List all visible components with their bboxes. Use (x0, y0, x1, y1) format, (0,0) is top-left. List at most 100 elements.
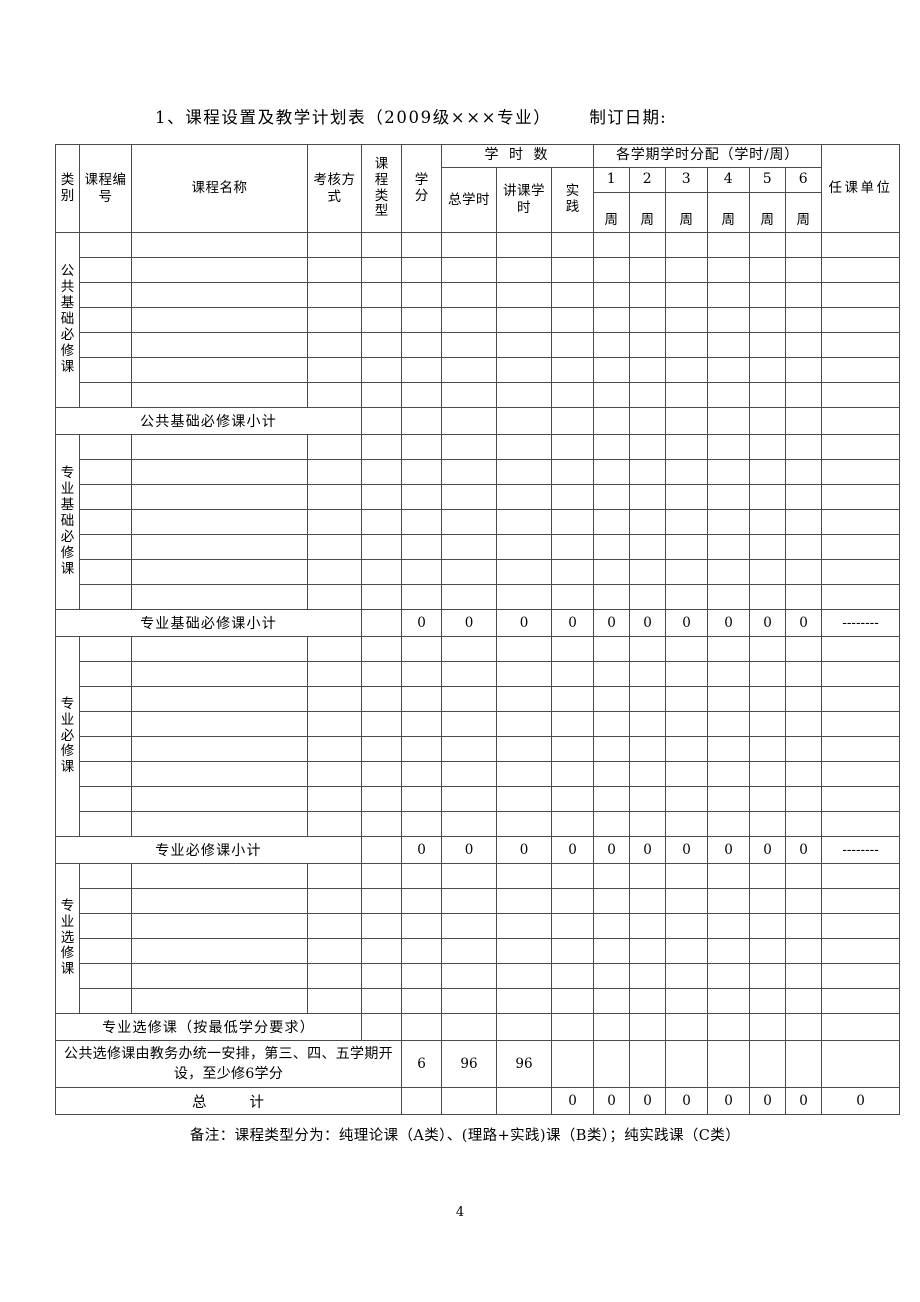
empty-cell[interactable] (665, 711, 709, 737)
empty-cell[interactable] (707, 913, 751, 939)
empty-cell[interactable] (307, 863, 362, 889)
empty-cell[interactable] (707, 307, 751, 333)
empty-cell[interactable] (79, 559, 132, 585)
grand-total-semester-1[interactable]: 0 (593, 1087, 631, 1115)
empty-cell[interactable] (496, 257, 552, 283)
empty-cell[interactable] (749, 736, 787, 762)
empty-cell[interactable] (629, 863, 667, 889)
subtotal-semester-6[interactable]: 0 (785, 836, 823, 864)
empty-cell[interactable] (821, 382, 901, 408)
empty-cell[interactable] (401, 913, 442, 939)
empty-cell[interactable] (593, 863, 631, 889)
empty-cell[interactable] (441, 584, 497, 610)
empty-cell[interactable] (496, 811, 552, 837)
empty-cell[interactable] (665, 863, 709, 889)
empty-cell[interactable] (401, 938, 442, 964)
empty-cell[interactable] (401, 761, 442, 787)
empty-cell[interactable] (593, 736, 631, 762)
empty-cell[interactable] (307, 661, 362, 687)
empty-cell[interactable] (665, 382, 709, 408)
empty-cell[interactable] (79, 357, 132, 383)
empty-cell[interactable] (665, 736, 709, 762)
empty-cell[interactable] (785, 636, 823, 662)
empty-cell[interactable] (401, 509, 442, 535)
empty-cell[interactable] (629, 282, 667, 308)
empty-cell[interactable] (749, 434, 787, 460)
empty-cell[interactable] (496, 332, 552, 358)
empty-cell[interactable] (749, 988, 787, 1014)
subtotal-teaching-unit[interactable] (821, 1013, 901, 1041)
subtotal-semester-1[interactable]: 0 (593, 609, 631, 637)
empty-cell[interactable] (629, 938, 667, 964)
empty-cell[interactable] (707, 863, 751, 889)
empty-cell[interactable] (707, 357, 751, 383)
subtotal-semester-6[interactable] (785, 407, 823, 435)
subtotal-semester-2[interactable]: 0 (629, 609, 667, 637)
empty-cell[interactable] (629, 534, 667, 560)
table-row[interactable] (56, 913, 901, 939)
empty-cell[interactable] (707, 584, 751, 610)
empty-cell[interactable] (785, 938, 823, 964)
subtotal-teaching-unit[interactable]: -------- (821, 609, 901, 637)
empty-cell[interactable] (821, 786, 901, 812)
grand-total-semester-3[interactable]: 0 (665, 1087, 709, 1115)
empty-cell[interactable] (550, 913, 595, 939)
empty-cell[interactable] (79, 307, 132, 333)
table-row[interactable] (56, 988, 901, 1014)
empty-cell[interactable] (441, 913, 497, 939)
empty-cell[interactable] (361, 559, 402, 585)
empty-cell[interactable] (307, 686, 362, 712)
empty-cell[interactable] (707, 484, 751, 510)
empty-cell[interactable] (629, 736, 667, 762)
empty-cell[interactable] (665, 357, 709, 383)
empty-cell[interactable] (707, 686, 751, 712)
subtotal-semester-4[interactable]: 0 (707, 609, 751, 637)
empty-cell[interactable] (785, 459, 823, 485)
empty-cell[interactable] (749, 459, 787, 485)
empty-cell[interactable] (707, 232, 751, 258)
empty-cell[interactable] (821, 509, 901, 535)
subtotal-course-type[interactable] (361, 836, 402, 864)
empty-cell[interactable] (550, 232, 595, 258)
subtotal-semester-5[interactable] (749, 407, 787, 435)
empty-cell[interactable] (629, 686, 667, 712)
empty-cell[interactable] (441, 559, 497, 585)
empty-cell[interactable] (361, 357, 402, 383)
empty-cell[interactable] (401, 484, 442, 510)
subtotal-total-hours[interactable]: 0 (441, 836, 497, 864)
empty-cell[interactable] (629, 459, 667, 485)
subtotal-teaching-unit[interactable]: -------- (821, 836, 901, 864)
subtotal-lecture-hours[interactable]: 0 (496, 609, 552, 637)
empty-cell[interactable] (665, 282, 709, 308)
empty-cell[interactable] (496, 661, 552, 687)
empty-cell[interactable] (361, 686, 402, 712)
subtotal-semester-3[interactable] (665, 1013, 709, 1041)
empty-cell[interactable] (593, 257, 631, 283)
empty-cell[interactable] (821, 863, 901, 889)
empty-cell[interactable] (821, 584, 901, 610)
empty-cell[interactable] (593, 661, 631, 687)
empty-cell[interactable] (593, 988, 631, 1014)
empty-cell[interactable] (361, 711, 402, 737)
empty-cell[interactable] (749, 509, 787, 535)
empty-cell[interactable] (307, 357, 362, 383)
empty-cell[interactable] (785, 661, 823, 687)
subtotal-semester-1[interactable]: 0 (593, 836, 631, 864)
empty-cell[interactable] (79, 736, 132, 762)
empty-cell[interactable] (307, 509, 362, 535)
empty-cell[interactable] (629, 434, 667, 460)
empty-cell[interactable] (441, 863, 497, 889)
empty-cell[interactable] (401, 736, 442, 762)
public-elective-teaching-unit[interactable] (821, 1040, 901, 1088)
empty-cell[interactable] (665, 232, 709, 258)
empty-cell[interactable] (785, 559, 823, 585)
empty-cell[interactable] (361, 282, 402, 308)
empty-cell[interactable] (629, 382, 667, 408)
empty-cell[interactable] (550, 888, 595, 914)
empty-cell[interactable] (665, 484, 709, 510)
table-row[interactable] (56, 484, 901, 510)
empty-cell[interactable] (307, 811, 362, 837)
empty-cell[interactable] (821, 636, 901, 662)
empty-cell[interactable] (361, 434, 402, 460)
public-elective-semester-4[interactable] (707, 1040, 751, 1088)
